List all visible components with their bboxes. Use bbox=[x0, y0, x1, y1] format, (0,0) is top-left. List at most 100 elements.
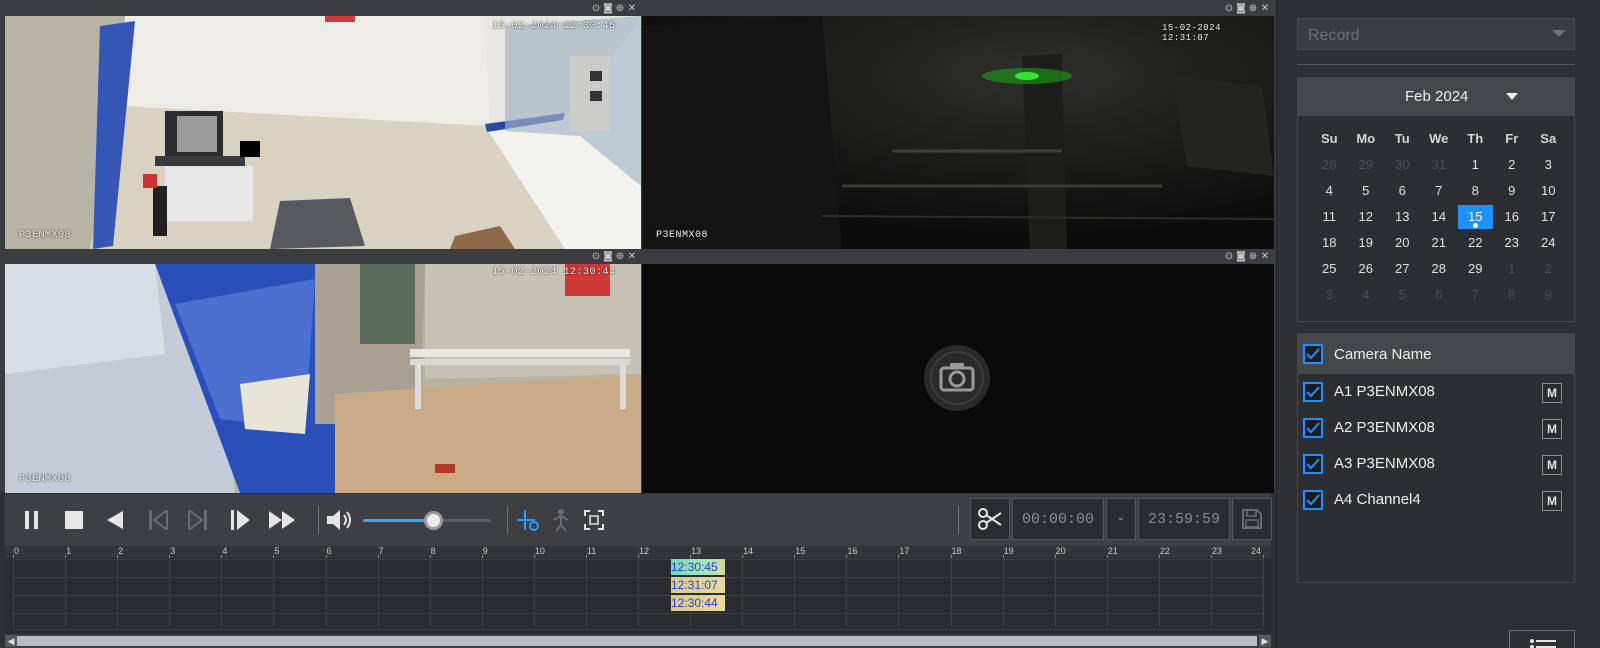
timeline[interactable]: 0 1 2 3 4 5 6 7 8 9 10 11 12 13 14 15 16 17 18 19 20 21 22 23 24… bbox=[5, 546, 1271, 648]
snapshot-icon[interactable]: ◙ bbox=[1236, 3, 1246, 14]
calendar-day[interactable]: 2 bbox=[1494, 152, 1531, 178]
calendar-day[interactable]: 5 bbox=[1348, 178, 1385, 204]
snapshot-icon[interactable]: ◙ bbox=[603, 251, 613, 262]
stop-button[interactable] bbox=[61, 508, 87, 532]
calendar-day[interactable]: 8 bbox=[1457, 178, 1494, 204]
video-pane-1[interactable]: ⊙ ◙ ⊕ ✕ 15-02-2024 12:30:45 P3ENMX08 bbox=[5, 2, 641, 249]
calendar-day-selected[interactable]: 15 bbox=[1458, 205, 1493, 229]
record-type-select[interactable]: Record bbox=[1297, 18, 1575, 50]
volume-slider[interactable] bbox=[363, 511, 491, 530]
calendar-day[interactable]: 16 bbox=[1494, 204, 1531, 230]
fullscreen-icon bbox=[584, 510, 604, 530]
close-icon[interactable]: ✕ bbox=[627, 251, 637, 262]
clip-button[interactable] bbox=[970, 498, 1010, 540]
fullscreen-button[interactable] bbox=[581, 508, 607, 532]
calendar-day[interactable]: 3 bbox=[1530, 152, 1567, 178]
camera-name[interactable]: A4 Channel4 bbox=[1334, 491, 1421, 508]
timeline-scrollbar[interactable]: ◀ ▶ bbox=[5, 634, 1271, 648]
timeline-track-1[interactable] bbox=[13, 559, 1263, 576]
smart-search-button[interactable] bbox=[515, 508, 541, 532]
calendar-day[interactable]: 29 bbox=[1457, 256, 1494, 282]
camera-m-button[interactable]: M bbox=[1542, 491, 1562, 511]
calendar-day[interactable]: 1 bbox=[1457, 152, 1494, 178]
video-pane-2[interactable]: ⊙ ◙ ⊕ ✕ 15-02-2024 12:31:07 P3ENMX08 bbox=[642, 2, 1274, 249]
calendar-day[interactable]: 14 bbox=[1421, 204, 1458, 230]
camera-m-button[interactable]: M bbox=[1542, 455, 1562, 475]
weekday-label: Tu bbox=[1394, 131, 1410, 146]
save-clip-button[interactable] bbox=[1232, 498, 1272, 540]
calendar-day[interactable]: 25 bbox=[1311, 256, 1348, 282]
calendar-day[interactable]: 11 bbox=[1311, 204, 1348, 230]
eye-icon[interactable]: ⊙ bbox=[1224, 3, 1234, 14]
slow-play-button[interactable] bbox=[228, 508, 254, 532]
eye-icon[interactable]: ⊙ bbox=[591, 3, 601, 14]
camera-checkbox[interactable] bbox=[1303, 418, 1323, 438]
calendar-day[interactable]: 24 bbox=[1530, 230, 1567, 256]
camera-m-button[interactable]: M bbox=[1542, 419, 1562, 439]
camera-name[interactable]: A2 P3ENMX08 bbox=[1334, 419, 1435, 436]
zoom-icon[interactable]: ⊕ bbox=[1248, 251, 1258, 262]
mute-button[interactable] bbox=[327, 508, 353, 532]
timeline-track-4[interactable] bbox=[13, 613, 1263, 630]
calendar-day[interactable]: 26 bbox=[1348, 256, 1385, 282]
snapshot-icon[interactable]: ◙ bbox=[1236, 251, 1246, 262]
calendar-day[interactable]: 6 bbox=[1384, 178, 1421, 204]
eye-icon[interactable]: ⊙ bbox=[591, 251, 601, 262]
next-frame-button[interactable] bbox=[185, 508, 211, 532]
volume-knob[interactable] bbox=[424, 511, 444, 530]
video-pane-3[interactable]: ⊙ ◙ ⊕ ✕ 15-02-2024 12:30:44 P3ENMX08 bbox=[5, 250, 641, 493]
camera-checkbox[interactable] bbox=[1303, 382, 1323, 402]
calendar-day[interactable]: 22 bbox=[1457, 230, 1494, 256]
clip-end-field[interactable]: 23:59:59 bbox=[1138, 498, 1230, 540]
calendar-day[interactable]: 4 bbox=[1311, 178, 1348, 204]
zoom-icon[interactable]: ⊕ bbox=[1248, 3, 1258, 14]
list-view-button[interactable] bbox=[1509, 630, 1575, 648]
scroll-thumb[interactable] bbox=[17, 636, 1257, 646]
camera-name[interactable]: A1 P3ENMX08 bbox=[1334, 383, 1435, 400]
timeline-track-2[interactable] bbox=[13, 577, 1263, 594]
calendar-month[interactable]: Feb 2024 bbox=[1405, 88, 1468, 105]
video-pane-4[interactable]: ⊙ ◙ ⊕ ✕ bbox=[642, 250, 1274, 493]
previous-frame-button[interactable] bbox=[145, 508, 171, 532]
scroll-left-icon[interactable]: ◀ bbox=[5, 635, 17, 647]
camera-checkbox[interactable] bbox=[1303, 490, 1323, 510]
calendar-day[interactable]: 20 bbox=[1384, 230, 1421, 256]
camera-checkbox[interactable] bbox=[1303, 454, 1323, 474]
camera-name[interactable]: A3 P3ENMX08 bbox=[1334, 455, 1435, 472]
calendar-day[interactable]: 12 bbox=[1348, 204, 1385, 230]
playback-controls: 00:00:00 - 23:59:59 bbox=[5, 494, 1272, 546]
zoom-icon[interactable]: ⊕ bbox=[615, 3, 625, 14]
hour-tick-label: 11 bbox=[586, 546, 597, 556]
scroll-right-icon[interactable]: ▶ bbox=[1259, 635, 1271, 647]
fast-forward-button[interactable] bbox=[269, 508, 295, 532]
zoom-icon[interactable]: ⊕ bbox=[615, 251, 625, 262]
calendar-day[interactable]: 21 bbox=[1421, 230, 1458, 256]
pause-button[interactable] bbox=[19, 508, 45, 532]
weekday-label: We bbox=[1429, 131, 1449, 146]
calendar-day[interactable]: 7 bbox=[1421, 178, 1458, 204]
close-icon[interactable]: ✕ bbox=[1260, 251, 1270, 262]
month-dropdown-icon[interactable] bbox=[1506, 93, 1518, 100]
eye-icon[interactable]: ⊙ bbox=[1224, 251, 1234, 262]
hour-tick-label: 21 bbox=[1107, 546, 1118, 556]
timeline-track-3[interactable] bbox=[13, 595, 1263, 612]
close-icon[interactable]: ✕ bbox=[627, 3, 637, 14]
select-all-checkbox[interactable] bbox=[1303, 344, 1323, 364]
calendar-day[interactable]: 28 bbox=[1421, 256, 1458, 282]
calendar-day[interactable]: 13 bbox=[1384, 204, 1421, 230]
reverse-play-button[interactable] bbox=[102, 508, 128, 532]
calendar-day[interactable]: 18 bbox=[1311, 230, 1348, 256]
calendar-day[interactable]: 17 bbox=[1530, 204, 1567, 230]
human-detect-button[interactable] bbox=[548, 508, 574, 532]
calendar-grid: Su Mo Tu We Th Fr Sa 28 29 30 31 1 2 3 4 5 6 7 8 9 10 11 12 13 1… bbox=[1311, 126, 1567, 308]
clip-start-field[interactable]: 00:00:00 bbox=[1012, 498, 1104, 540]
camera-m-button[interactable]: M bbox=[1542, 383, 1562, 403]
calendar-day[interactable]: 10 bbox=[1530, 178, 1567, 204]
calendar-day[interactable]: 27 bbox=[1384, 256, 1421, 282]
calendar-day[interactable]: 23 bbox=[1494, 230, 1531, 256]
calendar-day[interactable]: 19 bbox=[1348, 230, 1385, 256]
snapshot-icon[interactable]: ◙ bbox=[603, 3, 613, 14]
hour-tick-label: 10 bbox=[534, 546, 545, 556]
calendar-day[interactable]: 9 bbox=[1494, 178, 1531, 204]
close-icon[interactable]: ✕ bbox=[1260, 3, 1270, 14]
